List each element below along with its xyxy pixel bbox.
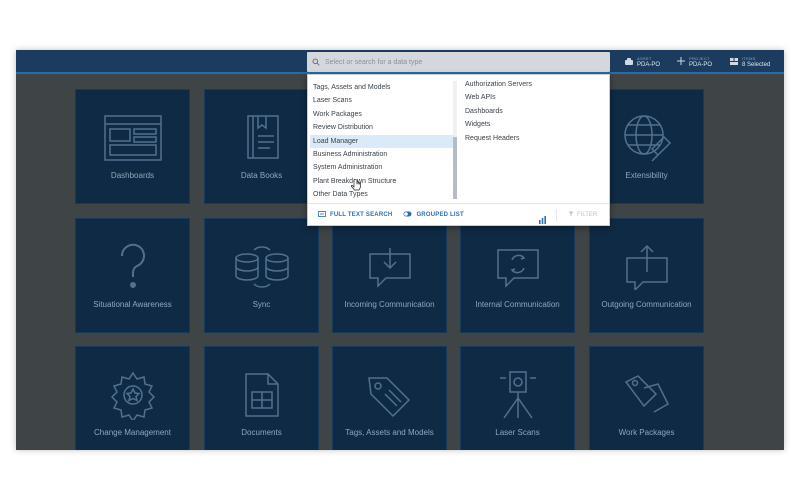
incoming-message-icon [367,239,413,294]
data-type-item[interactable]: Authorization Servers [462,78,602,91]
category-item[interactable]: Tags, Assets and Models [310,81,454,94]
asset-icon [624,53,634,71]
data-type-item[interactable]: Dashboards [462,105,602,118]
filter-icon [568,211,574,219]
project-label: PROJECT [689,56,710,61]
tile-laser-scans[interactable]: Laser Scans [460,346,575,450]
laser-scanner-icon [498,367,538,422]
project-selector[interactable]: PROJECT PDA-PO [676,53,712,71]
category-item[interactable]: System Administration [310,161,454,174]
database-sync-icon [234,239,290,294]
tile-label: Incoming Communication [344,300,435,309]
tags-icon [622,367,672,422]
tag-icon [365,367,415,422]
data-type-search[interactable]: Select or search for a data type [307,52,610,72]
tile-sync[interactable]: Sync [204,218,319,333]
full-text-search-button[interactable]: FULL TEXT SEARCH [318,210,393,219]
tile-label: Documents [241,428,282,437]
gear-icon [108,367,158,422]
grouped-list-label: GROUPED LIST [416,211,464,218]
tile-data-books[interactable]: Data Books [204,89,319,204]
tile-label: Sync [252,300,271,309]
asset-selector[interactable]: ASSET PDA-PO [624,53,660,71]
category-item[interactable]: Laser Scans [310,94,454,107]
full-text-search-icon [318,210,326,219]
data-type-dropdown: Tags, Assets and Models Laser Scans Work… [307,74,610,226]
document-icon [242,367,282,422]
category-scrollbar[interactable] [453,81,457,199]
category-item[interactable]: Plant Breakdown Structure [310,175,454,188]
asset-label: ASSET [637,56,652,61]
search-icon [307,52,325,72]
app-window: Select or search for a data type ASSET P… [16,50,784,450]
tile-label: Work Packages [618,428,675,437]
data-type-item[interactable]: Widgets [462,118,602,131]
full-text-search-label: FULL TEXT SEARCH [330,211,393,218]
items-selector[interactable]: ITEMS 8 Selected [729,53,770,71]
tile-change-management[interactable]: Change Management [75,346,190,450]
tile-work-packages[interactable]: Work Packages [589,346,704,450]
tile-internal-communication[interactable]: Internal Communication [460,218,575,333]
tile-label: Tags, Assets and Models [345,428,434,437]
items-value: 8 Selected [742,62,771,68]
book-icon [244,110,280,165]
category-item[interactable]: Other Data Types [310,188,454,201]
dashboard-icon [103,110,162,165]
category-item[interactable]: Business Administration [310,148,454,161]
dropdown-footer: FULL TEXT SEARCH GROUPED LIST FILTER [308,203,609,225]
tile-label: Dashboards [110,171,155,180]
data-type-item[interactable]: Request Headers [462,132,602,145]
category-item[interactable]: Work Packages [310,108,454,121]
search-placeholder: Select or search for a data type [325,58,423,66]
project-value: PDA-PO [689,62,713,68]
tile-outgoing-communication[interactable]: Outgoing Communication [589,218,704,333]
tile-situational-awareness[interactable]: Situational Awareness [75,218,190,333]
category-list: Tags, Assets and Models Laser Scans Work… [310,81,454,202]
data-type-list: Authorization Servers Web APIs Dashboard… [462,78,602,145]
tile-label: Outgoing Communication [601,300,692,309]
footer-divider [556,209,557,221]
tile-dashboards[interactable]: Dashboards [75,89,190,204]
question-icon [118,239,148,294]
tile-tags-assets-models[interactable]: Tags, Assets and Models [332,346,447,450]
tile-label: Extensibility [625,171,668,180]
filter-button[interactable]: FILTER [568,211,597,219]
tile-label: Internal Communication [475,300,560,309]
data-type-item[interactable]: Web APIs [462,91,602,104]
tile-label: Laser Scans [495,428,540,437]
outgoing-message-icon [624,239,670,294]
grouped-list-toggle[interactable]: GROUPED LIST [403,211,464,219]
items-label: ITEMS [742,56,756,61]
category-item[interactable]: Review Distribution [310,121,454,134]
scrollbar-thumb[interactable] [453,137,457,199]
globe-icon [622,110,672,165]
tile-incoming-communication[interactable]: Incoming Communication [332,218,447,333]
asset-value: PDA-PO [637,62,661,68]
top-bar: Select or search for a data type ASSET P… [16,50,784,74]
tile-label: Change Management [94,428,171,437]
mouse-cursor-icon [350,178,361,197]
toggle-icon [403,211,412,219]
plus-icon [676,53,686,71]
chart-icon[interactable] [538,211,547,229]
tile-label: Situational Awareness [93,300,172,309]
tile-label: Data Books [240,171,283,180]
tile-documents[interactable]: Documents [204,346,319,450]
filter-label: FILTER [577,212,598,218]
category-item-highlighted[interactable]: Load Manager [310,134,454,148]
items-icon [729,53,739,71]
internal-message-icon [495,239,541,294]
